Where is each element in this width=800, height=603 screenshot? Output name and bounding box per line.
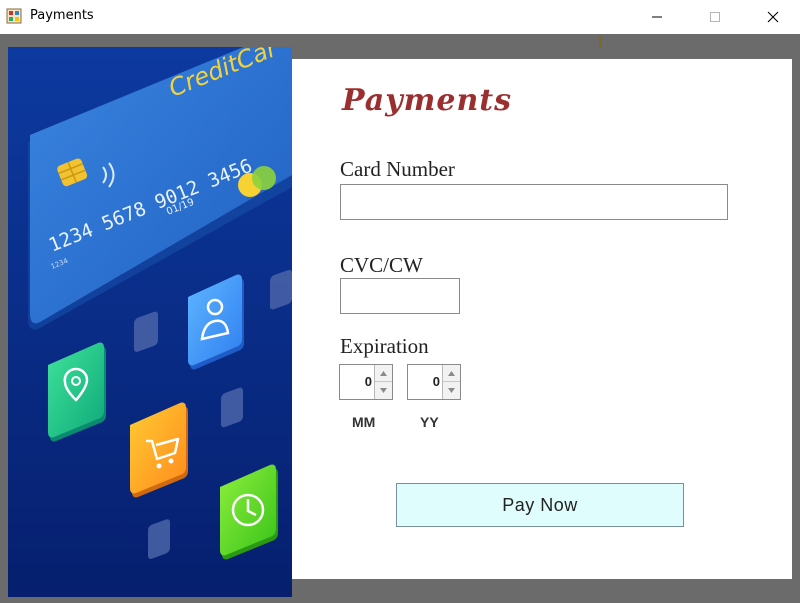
year-value[interactable]: 0 [433,374,440,389]
year-unit-label: YY [420,414,439,430]
month-unit-label: MM [352,414,376,430]
cvc-field[interactable] [340,278,460,314]
arrow-down-icon [380,388,387,393]
title-bar: Payments [0,0,800,34]
arrow-up-icon [448,370,455,376]
close-icon [767,11,779,23]
arrow-down-icon [448,388,455,393]
page-title: Payments [342,83,513,118]
card-number-field[interactable] [340,184,728,220]
maximize-button[interactable] [692,0,738,34]
maximize-icon [710,12,720,22]
minimize-icon [652,16,662,18]
month-decrement-button[interactable] [375,382,392,399]
minimize-button[interactable] [634,0,680,34]
year-decrement-button[interactable] [443,382,460,399]
pay-now-button[interactable]: Pay Now [396,483,684,527]
payment-form-panel: Payments Card Number CVC/CW Expiration 0… [292,59,792,579]
expiration-label: Expiration [340,334,429,358]
month-stepper-arrows [374,365,392,399]
app-icon [6,8,22,24]
arrow-up-icon [380,370,387,376]
year-stepper[interactable]: 0 [407,364,461,400]
payment-illustration: CreditCar 1234 5678 9012 3456 01/19 1234 [8,47,292,597]
frame-marker [599,36,602,48]
month-value[interactable]: 0 [365,374,372,389]
close-button[interactable] [750,0,796,34]
year-stepper-arrows [442,365,460,399]
cvc-label: CVC/CW [340,253,423,277]
month-stepper[interactable]: 0 [339,364,393,400]
year-increment-button[interactable] [443,365,460,382]
card-number-label: Card Number [340,157,455,181]
month-increment-button[interactable] [375,365,392,382]
window-title: Payments [30,8,94,23]
